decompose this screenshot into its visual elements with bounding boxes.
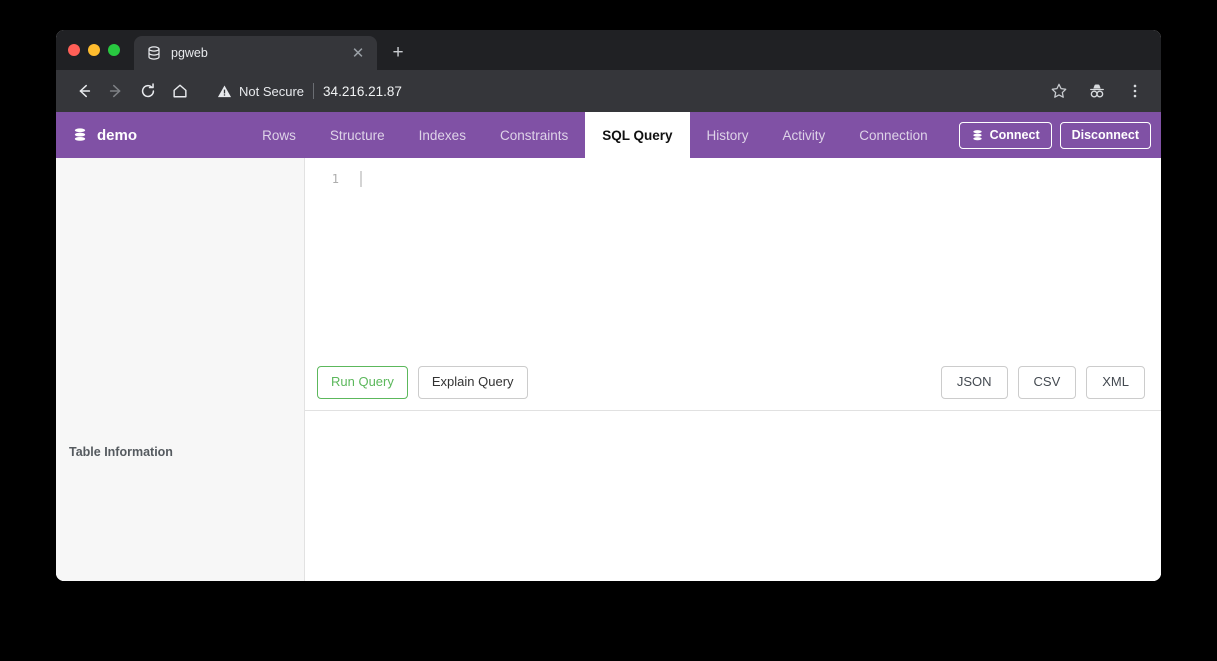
sidebar: Table Information [56, 158, 305, 581]
tab-structure[interactable]: Structure [313, 112, 402, 158]
editor-gutter: 1 [305, 170, 349, 355]
star-icon[interactable] [1045, 77, 1073, 105]
window-close-button[interactable] [68, 44, 80, 56]
database-icon [148, 46, 160, 60]
query-results-panel [305, 411, 1161, 581]
tab-history[interactable]: History [690, 112, 766, 158]
query-action-bar: Run Query Explain Query JSON CSV XML [305, 355, 1161, 411]
home-icon[interactable] [166, 77, 194, 105]
pgweb-nav-actions: Connect Disconnect [945, 112, 1161, 158]
sql-query-editor[interactable]: 1 [305, 158, 1161, 355]
tab-sql-query[interactable]: SQL Query [585, 112, 690, 158]
window-maximize-button[interactable] [108, 44, 120, 56]
app-body: Table Information 1 Run Query Explain Qu… [56, 158, 1161, 581]
database-icon [74, 128, 86, 141]
query-run-actions: Run Query Explain Query [317, 366, 528, 399]
security-status-label: Not Secure [239, 83, 305, 99]
arrow-right-icon[interactable] [102, 77, 130, 105]
omnibox-separator [313, 83, 315, 99]
window-traffic-lights [68, 30, 134, 70]
tab-constraints[interactable]: Constraints [483, 112, 585, 158]
three-dots-vertical-icon[interactable] [1121, 77, 1149, 105]
plus-icon[interactable]: + [383, 37, 413, 67]
warning-triangle-icon [217, 85, 232, 97]
brand[interactable]: demo [56, 112, 153, 158]
browser-tab-title: pgweb [171, 46, 208, 60]
close-icon[interactable]: ✕ [349, 44, 367, 62]
sidebar-table-list [56, 158, 304, 581]
tab-activity[interactable]: Activity [766, 112, 843, 158]
export-csv-button[interactable]: CSV [1017, 366, 1077, 399]
connect-button[interactable]: Connect [958, 121, 1052, 149]
browser-toolbar: Not Secure 34.216.21.87 [56, 70, 1161, 112]
text-caret [360, 171, 362, 188]
database-icon [972, 129, 982, 140]
table-information-heading: Table Information [69, 445, 173, 459]
url-text[interactable]: 34.216.21.87 [323, 84, 402, 99]
editor-text-area[interactable] [349, 170, 1161, 355]
brand-label: demo [97, 126, 138, 144]
browser-tab[interactable]: pgweb ✕ [134, 36, 377, 70]
tab-indexes[interactable]: Indexes [402, 112, 483, 158]
toolbar-actions [1037, 77, 1149, 105]
address-bar[interactable]: Not Secure 34.216.21.87 [204, 77, 1033, 105]
export-actions: JSON CSV XML [940, 366, 1145, 399]
connect-button-label: Connect [989, 127, 1040, 142]
tab-rows[interactable]: Rows [245, 112, 313, 158]
browser-tab-strip: pgweb ✕ + [56, 30, 1161, 70]
main-panel: 1 Run Query Explain Query JSON CSV XML [305, 158, 1161, 581]
incognito-icon[interactable] [1083, 77, 1111, 105]
pgweb-navbar: demo Rows Structure Indexes Constraints … [56, 112, 1161, 158]
pgweb-app: demo Rows Structure Indexes Constraints … [56, 112, 1161, 581]
run-query-button[interactable]: Run Query [317, 366, 408, 399]
export-xml-button[interactable]: XML [1086, 366, 1145, 399]
disconnect-button[interactable]: Disconnect [1059, 121, 1151, 149]
window-minimize-button[interactable] [88, 44, 100, 56]
arrow-left-icon[interactable] [70, 77, 98, 105]
pgweb-nav-tabs: Rows Structure Indexes Constraints SQL Q… [245, 112, 945, 158]
explain-query-button[interactable]: Explain Query [417, 366, 528, 399]
browser-window: pgweb ✕ + Not Secure 34.216.21.87 demo R… [56, 30, 1161, 581]
line-number: 1 [331, 172, 339, 186]
export-json-button[interactable]: JSON [940, 366, 1008, 399]
reload-icon[interactable] [134, 77, 162, 105]
tab-connection[interactable]: Connection [842, 112, 944, 158]
disconnect-button-label: Disconnect [1071, 127, 1139, 142]
